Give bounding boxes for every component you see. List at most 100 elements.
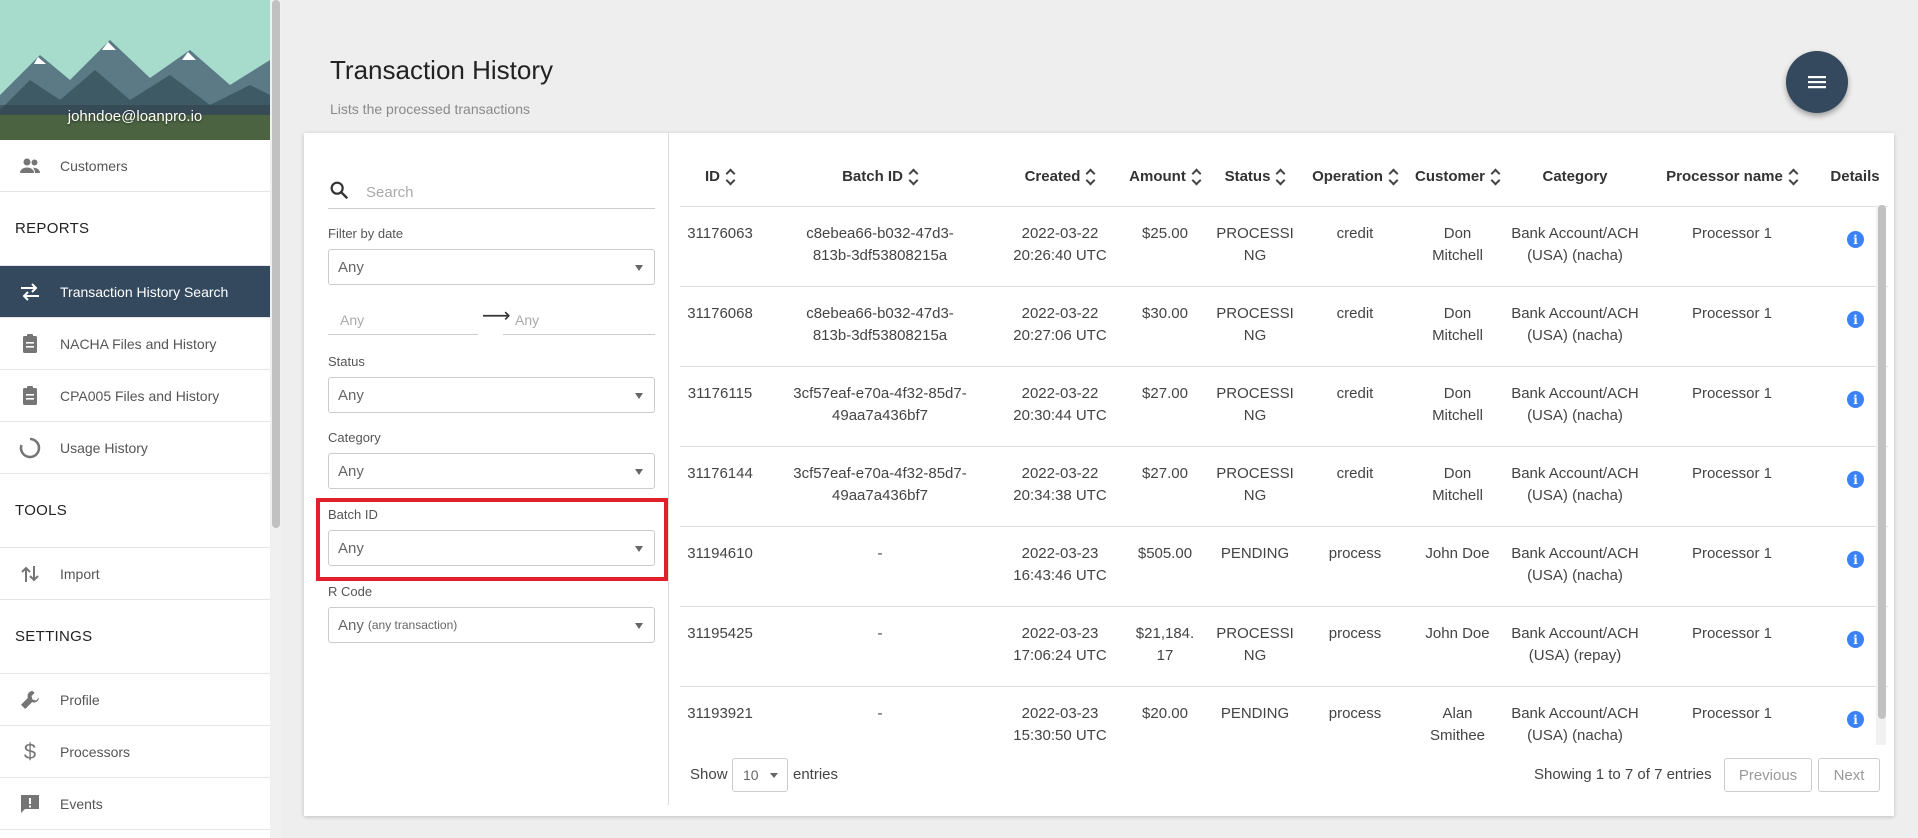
filter-by-date-select[interactable]: Any (328, 249, 655, 285)
table-row[interactable]: 31176144 3cf57eaf-e70a-4f32-85d7- 49aa7a43… (680, 447, 1888, 527)
cell-processor-line: Processor 1 (1691, 625, 1773, 642)
page-subtitle: Lists the processed transactions (330, 101, 530, 117)
date-from-input[interactable]: Any (328, 305, 478, 335)
page-length-select[interactable]: 10 (732, 758, 788, 792)
cell-processor: Processor 1 (1642, 543, 1822, 565)
table-row[interactable]: 31194610 - 2022-03-23 16:43:46 UTC $505.00 PE… (680, 527, 1888, 607)
sidebar-item-events[interactable]: Events (0, 778, 270, 830)
sidebar-item-usage-history[interactable]: Usage History (0, 422, 270, 474)
sidebar-item-customers[interactable]: Customers (0, 140, 270, 192)
column-header-category: Category (1510, 145, 1640, 207)
category-filter-select[interactable]: Any (328, 453, 655, 489)
table-scrollbar-thumb[interactable] (1878, 205, 1886, 719)
cell-created-line: 20:30:44 UTC (1013, 407, 1107, 424)
date-to-input[interactable]: Any (503, 305, 655, 335)
next-button[interactable]: Next (1818, 758, 1880, 792)
column-header-customer[interactable]: Customer (1405, 145, 1510, 207)
cell-id: 31176063 (680, 223, 760, 245)
cell-created-line: 17:06:24 UTC (1013, 647, 1107, 664)
table-scrollbar[interactable] (1876, 205, 1886, 745)
caret-down-icon (770, 773, 778, 778)
column-header-processor-name[interactable]: Processor name (1642, 145, 1822, 207)
info-icon[interactable]: i (1847, 471, 1864, 488)
table-row[interactable]: 31195425 - 2022-03-23 17:06:24 UTC $21,184. 1… (680, 607, 1888, 687)
cell-customer: Don Mitchell (1405, 303, 1510, 347)
info-icon[interactable]: i (1847, 231, 1864, 248)
batch-id-filter-select[interactable]: Any (328, 530, 655, 566)
column-header-created[interactable]: Created (1000, 145, 1120, 207)
table-row[interactable]: 31176068 c8ebea66-b032-47d3- 813b-3df53808… (680, 287, 1888, 367)
show-label: Show (690, 766, 728, 783)
column-header-operation[interactable]: Operation (1300, 145, 1410, 207)
cell-category: Bank Account/ACH (USA) (repay) (1510, 623, 1640, 667)
cell-batch-id-line: 3cf57eaf-e70a-4f32-85d7- (793, 385, 967, 402)
column-header-label: Status (1224, 167, 1271, 185)
cell-operation: process (1300, 623, 1410, 645)
cell-category-line: (USA) (nacha) (1527, 407, 1623, 424)
transactions-table: ID Batch ID Created Amount Status Operat… (680, 145, 1888, 745)
cell-batch-id-line: - (877, 545, 883, 562)
sidebar-item-nacha-files[interactable]: NACHA Files and History (0, 318, 270, 370)
cell-created: 2022-03-22 20:27:06 UTC (1000, 303, 1120, 347)
cell-customer-line: Mitchell (1432, 407, 1483, 424)
sidebar-item-cpa005-files[interactable]: CPA005 Files and History (0, 370, 270, 422)
cell-created-line: 2022-03-22 (1021, 305, 1099, 322)
cell-category-line: Bank Account/ACH (1511, 705, 1639, 722)
cell-created-line: 2022-03-22 (1021, 465, 1099, 482)
user-email: johndoe@loanpro.io (67, 108, 203, 125)
column-header-status[interactable]: Status (1210, 145, 1300, 207)
info-icon[interactable]: i (1847, 311, 1864, 328)
cell-category-line: (USA) (nacha) (1527, 487, 1623, 504)
search-input[interactable]: Search (366, 184, 414, 201)
info-icon[interactable]: i (1847, 631, 1864, 648)
previous-button[interactable]: Previous (1724, 758, 1812, 792)
info-icon[interactable]: i (1847, 391, 1864, 408)
rcode-filter-select[interactable]: Any (any transaction) (328, 607, 655, 643)
sort-icon (725, 166, 735, 186)
swap-arrows-icon (16, 280, 44, 304)
cell-id-line: 31176063 (687, 225, 753, 242)
column-header-batch-id[interactable]: Batch ID (760, 145, 1000, 207)
sidebar-item-profile[interactable]: Profile (0, 674, 270, 726)
info-icon[interactable]: i (1847, 551, 1864, 568)
wrench-icon (16, 688, 44, 712)
cell-customer: John Doe (1405, 623, 1510, 645)
cell-id: 31195425 (680, 623, 760, 645)
search-field[interactable]: Search (328, 177, 655, 209)
cell-created: 2022-03-23 15:30:50 UTC (1000, 703, 1120, 745)
table-row[interactable]: 31176063 c8ebea66-b032-47d3- 813b-3df53808… (680, 207, 1888, 287)
info-icon[interactable]: i (1847, 711, 1864, 728)
sidebar-item-label: CPA005 Files and History (60, 387, 220, 404)
status-filter-select[interactable]: Any (328, 377, 655, 413)
table-row[interactable]: 31176115 3cf57eaf-e70a-4f32-85d7- 49aa7a43… (680, 367, 1888, 447)
cell-batch-id-line: - (877, 625, 883, 642)
sidebar-item-processors[interactable]: $ Processors (0, 726, 270, 778)
cell-id-line: 31195425 (687, 625, 753, 642)
category-filter-label: Category (328, 430, 381, 445)
cell-amount: $27.00 (1120, 463, 1210, 485)
cell-category-line: Bank Account/ACH (1511, 465, 1639, 482)
dollar-icon: $ (23, 738, 37, 764)
column-header-amount[interactable]: Amount (1120, 145, 1210, 207)
cell-created: 2022-03-22 20:26:40 UTC (1000, 223, 1120, 267)
cell-created-line: 2022-03-22 (1021, 385, 1099, 402)
batch-id-filter-value: Any (338, 539, 364, 557)
sidebar-item-label: Transaction History Search (60, 283, 229, 300)
sidebar-item-transaction-history-search[interactable]: Transaction History Search (0, 266, 270, 318)
cell-status-line: PROCESSI (1216, 305, 1294, 322)
cell-status: PENDING (1210, 703, 1300, 725)
sidebar-scrollbar[interactable] (270, 0, 282, 838)
table-row[interactable]: 31193921 - 2022-03-23 15:30:50 UTC $20.00 PEN… (680, 687, 1888, 745)
cell-batch-id: c8ebea66-b032-47d3- 813b-3df53808215a (760, 223, 1000, 267)
sidebar-scrollbar-thumb[interactable] (272, 0, 280, 528)
column-header-id[interactable]: ID (680, 145, 760, 207)
cell-category-line: Bank Account/ACH (1511, 545, 1639, 562)
cell-category-line: (USA) (repay) (1528, 647, 1622, 664)
menu-button[interactable] (1786, 51, 1848, 113)
cell-created-line: 20:34:38 UTC (1013, 487, 1107, 504)
sidebar-item-import[interactable]: Import (0, 548, 270, 600)
cell-id: 31176144 (680, 463, 760, 485)
cell-status-line: PROCESSI (1216, 625, 1294, 642)
profile-banner: johndoe@loanpro.io (0, 0, 270, 140)
entries-label: entries (793, 766, 839, 783)
